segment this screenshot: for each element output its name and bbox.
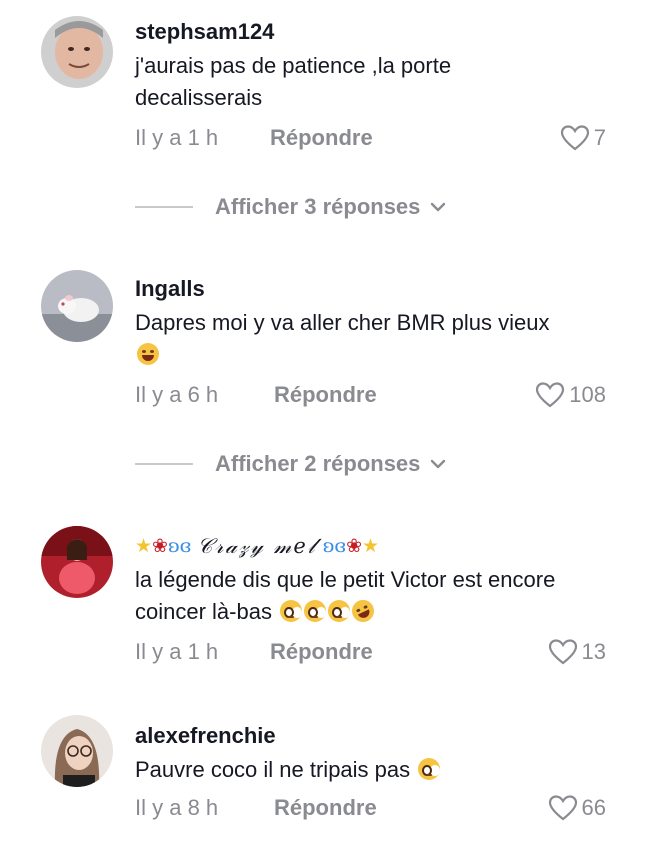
like-count: 7 xyxy=(593,125,606,150)
rolling-laughing-emoji xyxy=(348,596,378,626)
avatar[interactable] xyxy=(41,16,113,88)
avatar[interactable] xyxy=(41,526,113,598)
butterfly-icon: ʚɞ xyxy=(167,535,192,557)
avatar-image xyxy=(41,715,113,787)
reply-button[interactable]: Répondre xyxy=(274,795,377,821)
pleading-face-emoji xyxy=(280,600,303,622)
comment-text: Dapres moi y va aller cher BMR plus vieu… xyxy=(135,307,575,371)
rose-icon: ❀ xyxy=(346,535,362,557)
like-button[interactable]: 7 xyxy=(560,124,606,152)
divider-line xyxy=(135,463,193,465)
chevron-down-icon xyxy=(431,459,446,469)
avatar-image xyxy=(41,526,113,598)
star-icon: ★ xyxy=(135,535,153,557)
show-replies-label: Afficher 3 réponses xyxy=(215,194,421,219)
heart-icon xyxy=(560,125,589,151)
like-button[interactable]: 66 xyxy=(548,794,606,822)
heart-icon xyxy=(548,795,577,821)
comment-username[interactable]: Ingalls xyxy=(135,275,614,303)
rose-icon: ❀ xyxy=(152,535,168,557)
divider-line xyxy=(135,206,193,208)
show-replies-button[interactable]: Afficher 3 réponses xyxy=(135,192,446,222)
reply-button[interactable]: Répondre xyxy=(270,639,373,665)
heart-icon xyxy=(536,382,565,408)
comment-username[interactable]: ★ ❀ ʚɞ 𝒞𝓇𝒶𝓏𝓎 𝓂𝑒𝓁 ʚɞ ❀ ★ xyxy=(135,532,614,560)
like-count: 108 xyxy=(569,382,606,407)
like-count: 66 xyxy=(581,795,606,820)
comment-username[interactable]: stephsam124 xyxy=(135,18,614,46)
comment-text: la légende dis que le petit Victor est e… xyxy=(135,567,556,626)
avatar[interactable] xyxy=(41,270,113,342)
comment-time: Il y a 8 h xyxy=(135,795,219,820)
comment-text: Pauvre coco il ne tripais pas xyxy=(135,754,575,786)
chevron-down-icon xyxy=(431,202,446,212)
avatar-image xyxy=(41,16,113,88)
like-button[interactable]: 13 xyxy=(548,638,606,666)
comment-username[interactable]: alexefrenchie xyxy=(135,722,614,750)
star-icon: ★ xyxy=(361,535,380,557)
heart-icon xyxy=(548,639,577,665)
comment-text: j'aurais pas de patience ,la porte decal… xyxy=(135,53,452,110)
laughing-tears-emoji xyxy=(137,343,159,365)
reply-button[interactable]: Répondre xyxy=(270,125,373,151)
like-button[interactable]: 108 xyxy=(535,381,606,409)
comment-time: Il y a 1 h xyxy=(135,639,219,664)
pleading-face-emoji xyxy=(418,758,441,780)
show-replies-button[interactable]: Afficher 2 réponses xyxy=(135,449,446,479)
pleading-face-emoji xyxy=(328,600,351,622)
pleading-face-emoji xyxy=(304,600,327,622)
show-replies-label: Afficher 2 réponses xyxy=(215,451,421,476)
comment-time: Il y a 1 h xyxy=(135,125,219,150)
like-count: 13 xyxy=(581,639,606,664)
comment-time: Il y a 6 h xyxy=(135,382,219,407)
avatar[interactable] xyxy=(41,715,113,787)
username-text: 𝒞𝓇𝒶𝓏𝓎 𝓂𝑒𝓁 xyxy=(197,534,317,558)
butterfly-icon: ʚɞ xyxy=(322,535,347,557)
avatar-image xyxy=(41,270,113,342)
reply-button[interactable]: Répondre xyxy=(274,382,377,408)
